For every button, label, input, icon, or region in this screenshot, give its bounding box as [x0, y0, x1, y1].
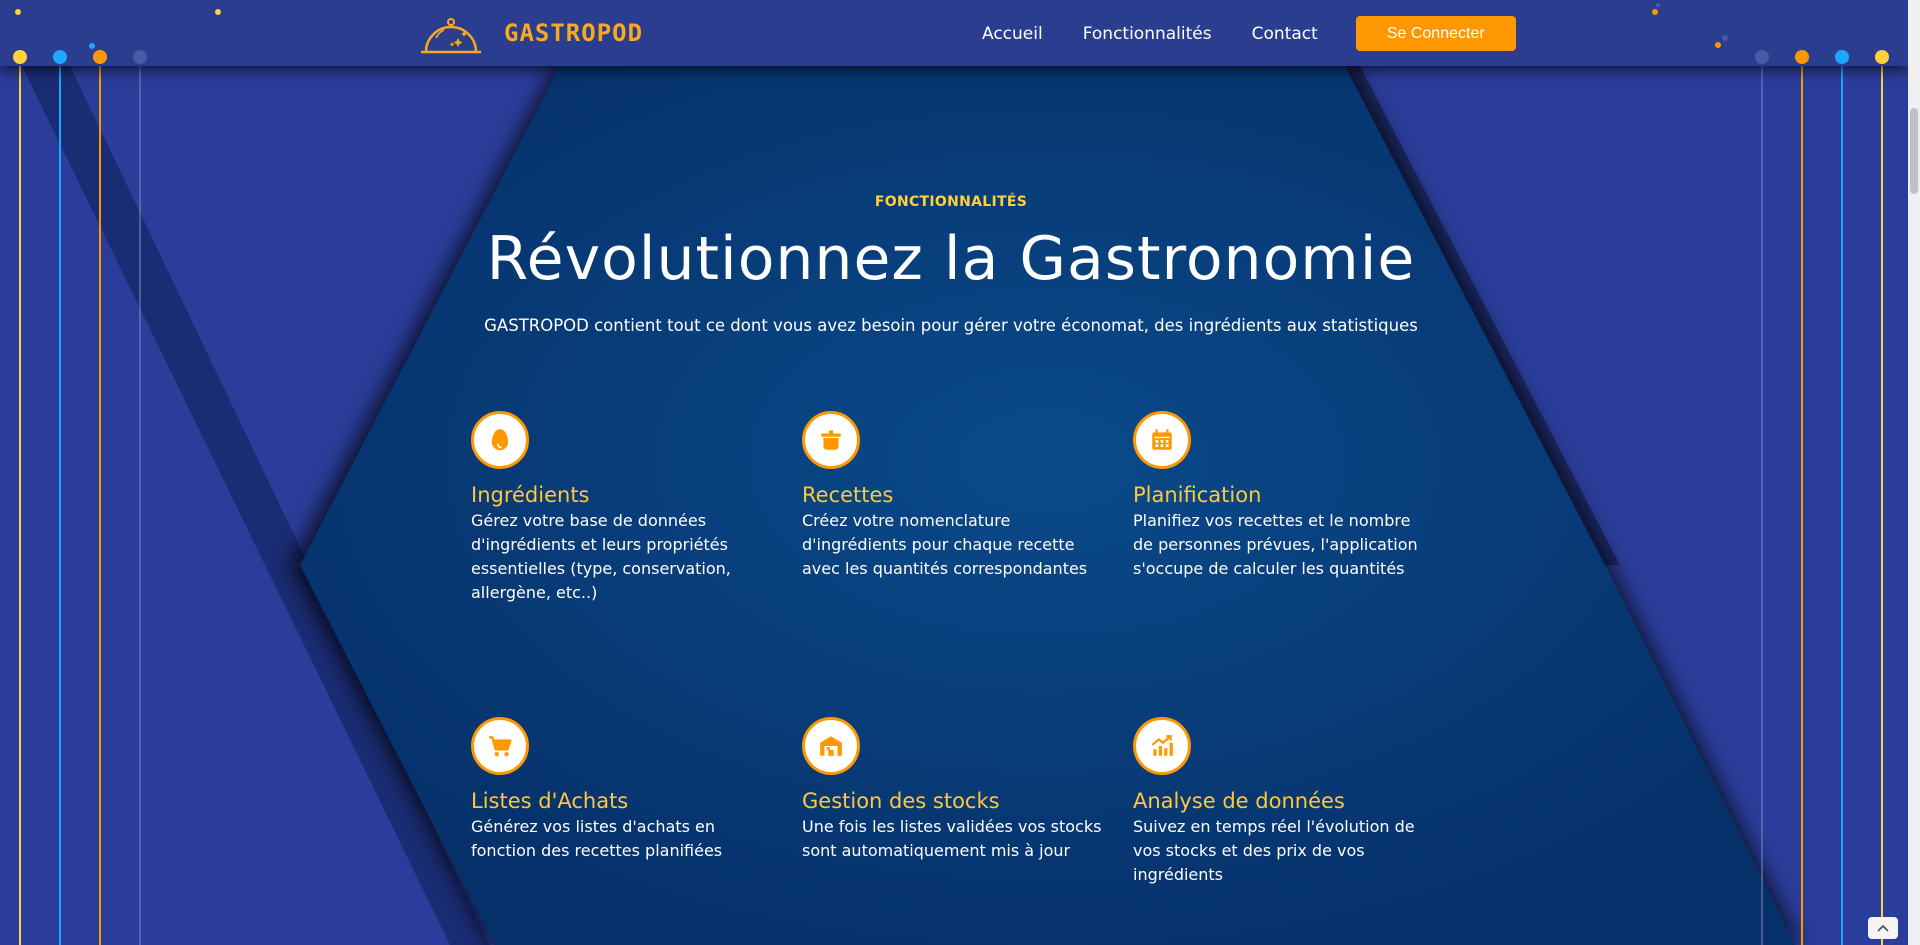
feature-text: Planifiez vos recettes et le nombre de p…	[1133, 511, 1418, 578]
feature-text: Gérez votre base de données d'ingrédient…	[471, 511, 731, 602]
feature-ingredients: Ingrédients Gérez votre base de données …	[471, 411, 771, 605]
feature-icon-wrap	[471, 411, 529, 469]
feature-text: Une fois les listes validées vos stocks …	[802, 817, 1102, 860]
feature-listes-achats: Listes d'Achats Générez vos listes d'ach…	[471, 717, 771, 863]
chevron-up-icon	[1877, 924, 1889, 932]
section-title: Révolutionnez la Gastronomie	[486, 224, 1416, 294]
cloche-logo-icon	[420, 18, 482, 54]
nav-fonctionnalites[interactable]: Fonctionnalités	[1083, 24, 1212, 44]
nav-contact[interactable]: Contact	[1252, 24, 1318, 44]
egg-icon	[491, 429, 509, 451]
section-subtitle: GASTROPOD contient tout ce dont vous ave…	[484, 316, 1418, 335]
feature-text: Générez vos listes d'achats en fonction …	[471, 817, 723, 860]
feature-icon-wrap	[1133, 411, 1191, 469]
feature-gestion-stocks: Gestion des stocks Une fois les listes v…	[802, 717, 1102, 863]
feature-title: Ingrédients	[471, 483, 590, 507]
calendar-icon	[1152, 429, 1172, 450]
feature-recettes: Recettes Créez votre nomenclature d'ingr…	[802, 411, 1102, 581]
shopping-cart-icon	[489, 736, 512, 757]
feature-title: Gestion des stocks	[802, 789, 1000, 813]
feature-title: Planification	[1133, 483, 1262, 507]
feature-title: Listes d'Achats	[471, 789, 629, 813]
back-to-top-button[interactable]	[1868, 917, 1898, 939]
feature-analyse-donnees: Analyse de données Suivez en temps réel …	[1133, 717, 1433, 887]
main-nav: Accueil Fonctionnalités Contact Se Conne…	[982, 16, 1516, 51]
feature-planification: Planification Planifiez vos recettes et …	[1133, 411, 1433, 581]
cooking-pot-icon	[821, 430, 841, 450]
feature-text: Créez votre nomenclature d'ingrédients p…	[802, 511, 1088, 578]
chart-growth-icon	[1151, 735, 1173, 756]
feature-icon-wrap	[802, 717, 860, 775]
header-decoration	[13, 3, 1889, 64]
feature-icon-wrap	[1133, 717, 1191, 775]
brand-name: GASTROPOD	[504, 19, 644, 47]
login-button[interactable]: Se Connecter	[1355, 16, 1516, 51]
warehouse-icon	[820, 736, 842, 756]
feature-title: Recettes	[802, 483, 894, 507]
top-navigation-bar: GASTROPOD Accueil Fonctionnalités Contac…	[0, 0, 1908, 66]
scrollbar-thumb[interactable]	[1910, 108, 1918, 194]
feature-icon-wrap	[471, 717, 529, 775]
nav-accueil[interactable]: Accueil	[982, 24, 1043, 44]
brand[interactable]: GASTROPOD	[418, 8, 643, 58]
section-eyebrow: FONCTIONNALITÉS	[874, 194, 1028, 210]
feature-icon-wrap	[802, 411, 860, 469]
feature-title: Analyse de données	[1133, 789, 1345, 813]
features-section: FONCTIONNALITÉS Révolutionnez la Gastron…	[0, 0, 1908, 945]
feature-text: Suivez en temps réel l'évolution de vos …	[1133, 817, 1415, 884]
